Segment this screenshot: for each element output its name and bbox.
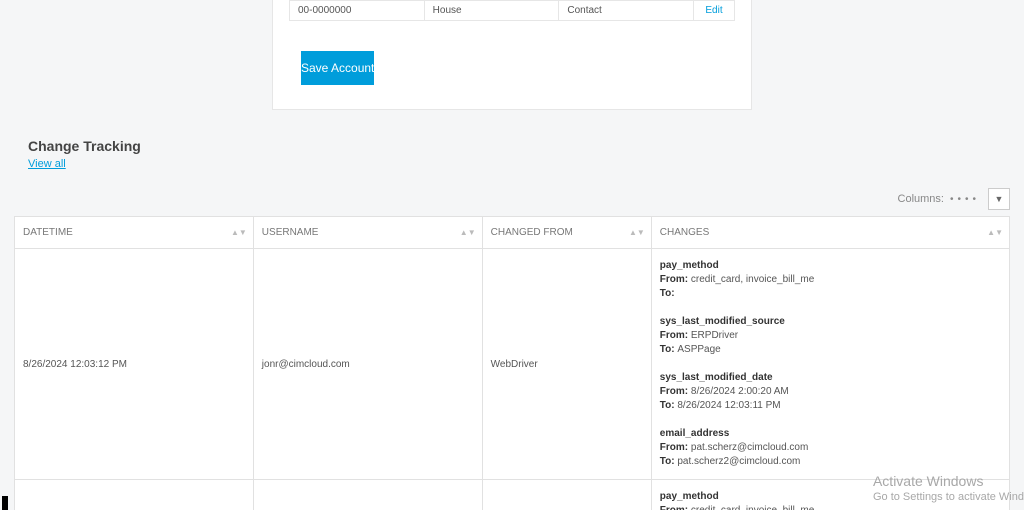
change-group: sys_last_modified_dateFrom: 8/26/2024 2:… <box>660 371 1001 413</box>
sort-icon: ▲▼ <box>629 230 645 236</box>
cell-username: jonr@cimcloud.com <box>253 249 482 480</box>
cell-changes: pay_methodFrom: credit_card, invoice_bil… <box>651 480 1009 510</box>
th-changes[interactable]: Changes ▲▼ <box>651 217 1009 249</box>
th-datetime[interactable]: Datetime ▲▼ <box>15 217 254 249</box>
change-field-name: sys_last_modified_date <box>660 371 1001 385</box>
cell-datetime: 8/26/2024 12:03:12 PM <box>15 249 254 480</box>
change-to: To: ASPPage <box>660 343 1001 357</box>
cell-changes: pay_methodFrom: credit_card, invoice_bil… <box>651 249 1009 480</box>
sort-icon: ▲▼ <box>460 230 476 236</box>
table-body: 8/26/2024 12:03:12 PMjonr@cimcloud.comWe… <box>15 249 1010 510</box>
change-to: To: pat.scherz2@cimcloud.com <box>660 455 1001 469</box>
sort-icon: ▲▼ <box>231 230 247 236</box>
th-changed-from[interactable]: Changed From ▲▼ <box>482 217 651 249</box>
change-group: sys_last_modified_sourceFrom: ERPDriverT… <box>660 315 1001 357</box>
bottom-left-marker <box>2 496 8 510</box>
columns-dots[interactable]: •••• <box>950 194 980 205</box>
th-changed-from-label: Changed From <box>491 227 573 238</box>
change-tracking-table: Datetime ▲▼ Username ▲▼ Changed From ▲▼ … <box>14 216 1010 510</box>
view-all-link[interactable]: View all <box>28 158 66 170</box>
th-changes-label: Changes <box>660 227 709 238</box>
columns-label: Columns: <box>898 193 944 205</box>
change-from: From: 8/26/2024 2:00:20 AM <box>660 385 1001 399</box>
change-group: pay_methodFrom: credit_card, invoice_bil… <box>660 490 1001 510</box>
change-from: From: credit_card, invoice_bill_me <box>660 273 1001 287</box>
form-edit-link[interactable]: Edit <box>694 1 734 20</box>
cell-username: jasonb@cimcloud.com <box>253 480 482 510</box>
change-from: From: pat.scherz@cimcloud.com <box>660 441 1001 455</box>
change-group: email_addressFrom: pat.scherz@cimcloud.c… <box>660 427 1001 469</box>
form-cell-type: House <box>425 1 560 20</box>
table-row: 8/15/2024 10:06:28 AMjasonb@cimcloud.com… <box>15 480 1010 510</box>
sort-icon: ▲▼ <box>987 230 1003 236</box>
chevron-down-icon: ▼ <box>995 194 1004 204</box>
th-username-label: Username <box>262 227 319 238</box>
change-field-name: email_address <box>660 427 1001 441</box>
change-to: To: 8/26/2024 12:03:11 PM <box>660 399 1001 413</box>
columns-dropdown[interactable]: ▼ <box>988 188 1010 210</box>
change-from: From: credit_card, invoice_bill_me <box>660 504 1001 510</box>
form-cell-id: 00-0000000 <box>290 1 425 20</box>
change-field-name: sys_last_modified_source <box>660 315 1001 329</box>
table-row: 8/26/2024 12:03:12 PMjonr@cimcloud.comWe… <box>15 249 1010 480</box>
form-row: 00-0000000 House Contact Edit <box>289 0 735 21</box>
cell-changed-from: WebDriver <box>482 249 651 480</box>
table-header-row: Datetime ▲▼ Username ▲▼ Changed From ▲▼ … <box>15 217 1010 249</box>
form-cell-contact: Contact <box>559 1 694 20</box>
change-field-name: pay_method <box>660 259 1001 273</box>
change-tracking-heading: Change Tracking <box>28 138 1024 154</box>
cell-changed-from: WebDriver <box>482 480 651 510</box>
change-to: To: <box>660 287 1001 301</box>
save-account-button[interactable]: Save Account <box>301 51 374 85</box>
change-group: pay_methodFrom: credit_card, invoice_bil… <box>660 259 1001 301</box>
th-datetime-label: Datetime <box>23 227 73 238</box>
th-username[interactable]: Username ▲▼ <box>253 217 482 249</box>
account-form-card: 00-0000000 House Contact Edit Save Accou… <box>272 0 752 110</box>
change-field-name: pay_method <box>660 490 1001 504</box>
columns-selector-row: Columns: •••• ▼ <box>0 188 1010 210</box>
change-from: From: ERPDriver <box>660 329 1001 343</box>
cell-datetime: 8/15/2024 10:06:28 AM <box>15 480 254 510</box>
